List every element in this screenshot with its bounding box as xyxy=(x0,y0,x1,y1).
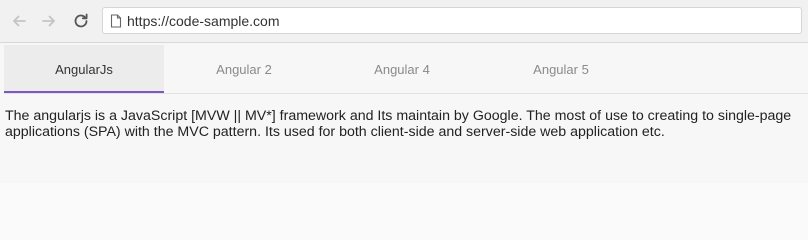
forward-button[interactable] xyxy=(38,10,60,32)
url-text: https://code-sample.com xyxy=(127,13,280,29)
tab-angularjs[interactable]: AngularJs xyxy=(4,45,164,93)
browser-toolbar: https://code-sample.com xyxy=(0,0,808,43)
forward-arrow-icon xyxy=(42,15,55,27)
back-button[interactable] xyxy=(8,10,30,32)
tab-angular-2[interactable]: Angular 2 xyxy=(164,45,324,93)
tab-angular-5[interactable]: Angular 5 xyxy=(481,45,641,93)
tab-angular-4[interactable]: Angular 4 xyxy=(322,45,482,93)
tab-content-description: The angularjs is a JavaScript [MVW || MV… xyxy=(5,108,792,140)
page-icon xyxy=(110,14,122,28)
reload-icon xyxy=(74,13,88,28)
tab-bar: AngularJs Angular 2 Angular 4 Angular 5 xyxy=(4,45,808,94)
address-bar[interactable]: https://code-sample.com xyxy=(102,7,802,34)
back-arrow-icon xyxy=(13,15,26,27)
reload-button[interactable] xyxy=(70,10,92,32)
page-content: AngularJs Angular 2 Angular 4 Angular 5 … xyxy=(0,43,808,183)
